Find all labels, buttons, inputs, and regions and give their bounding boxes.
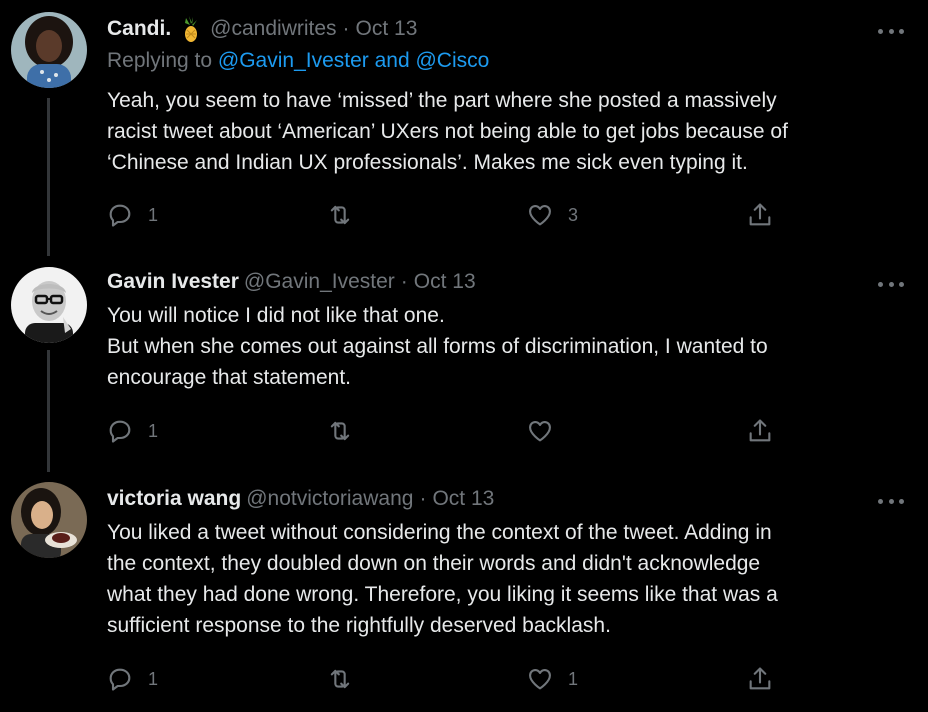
tweet-timestamp[interactable]: Oct 13 <box>356 17 418 41</box>
separator-dot: · <box>400 270 408 293</box>
reply-icon <box>109 204 131 227</box>
like-icon <box>529 204 551 226</box>
retweet-button[interactable] <box>326 664 354 694</box>
like-count: 3 <box>568 204 579 225</box>
retweet-icon <box>330 669 350 689</box>
like-icon <box>529 668 551 690</box>
share-button[interactable] <box>746 416 774 446</box>
reply-button[interactable]: 1 <box>106 664 158 694</box>
tweet-timestamp[interactable]: Oct 13 <box>414 270 476 294</box>
tweet-timestamp[interactable]: Oct 13 <box>432 487 494 511</box>
reply-count: 1 <box>148 668 159 689</box>
share-icon <box>749 203 771 226</box>
pineapple-emoji <box>185 16 198 42</box>
author-name[interactable]: Gavin Ivester <box>107 270 239 294</box>
reply-button[interactable]: 1 <box>106 416 158 446</box>
more-icon[interactable] <box>878 26 904 36</box>
separator-dot: · <box>419 487 427 510</box>
like-icon <box>529 420 551 442</box>
more-icon[interactable] <box>878 496 904 506</box>
like-button[interactable]: 1 <box>526 664 578 694</box>
more-icon[interactable] <box>878 279 904 289</box>
replying-prefix: Replying to <box>107 49 213 72</box>
tweet[interactable]: Candi. @candiwrites · Oct 13 Replying to… <box>0 0 928 250</box>
like-button[interactable] <box>526 416 554 446</box>
author-handle[interactable]: @notvictoriawang <box>246 487 413 511</box>
avatar[interactable] <box>11 12 87 88</box>
avatar[interactable] <box>11 482 87 558</box>
reply-button[interactable]: 1 <box>106 200 158 230</box>
author-name[interactable]: victoria wang <box>107 487 241 511</box>
author-handle[interactable]: @candiwrites <box>210 17 336 41</box>
tweet-text: You will notice I did not like that one.… <box>107 304 768 389</box>
author-name[interactable]: Candi. <box>107 17 171 41</box>
retweet-button[interactable] <box>326 200 354 230</box>
share-icon <box>749 667 771 690</box>
reply-icon <box>109 668 131 691</box>
separator-dot: · <box>342 17 350 40</box>
retweet-button[interactable] <box>326 416 354 446</box>
tweet-text: You liked a tweet without considering th… <box>107 521 778 637</box>
tweet[interactable]: Gavin Ivester @Gavin_Ivester · Oct 13 Yo… <box>0 255 928 470</box>
author-handle[interactable]: @Gavin_Ivester <box>244 270 395 294</box>
retweet-icon <box>330 421 350 441</box>
reply-count: 1 <box>148 204 159 225</box>
share-button[interactable] <box>746 200 774 230</box>
replying-to: Replying to @Gavin_Ivester and @Cisco <box>107 46 872 76</box>
share-icon <box>749 419 771 442</box>
reply-count: 1 <box>148 420 159 441</box>
share-button[interactable] <box>746 664 774 694</box>
reply-icon <box>109 420 131 443</box>
retweet-icon <box>330 205 350 225</box>
replying-to-link[interactable]: @Gavin_Ivester and @Cisco <box>218 49 489 72</box>
tweet[interactable]: victoria wang @notvictoriawang · Oct 13 … <box>0 472 928 712</box>
avatar[interactable] <box>11 267 87 343</box>
like-button[interactable]: 3 <box>526 200 578 230</box>
tweet-text: Yeah, you seem to have ‘missed’ the part… <box>107 89 788 174</box>
like-count: 1 <box>568 668 579 689</box>
